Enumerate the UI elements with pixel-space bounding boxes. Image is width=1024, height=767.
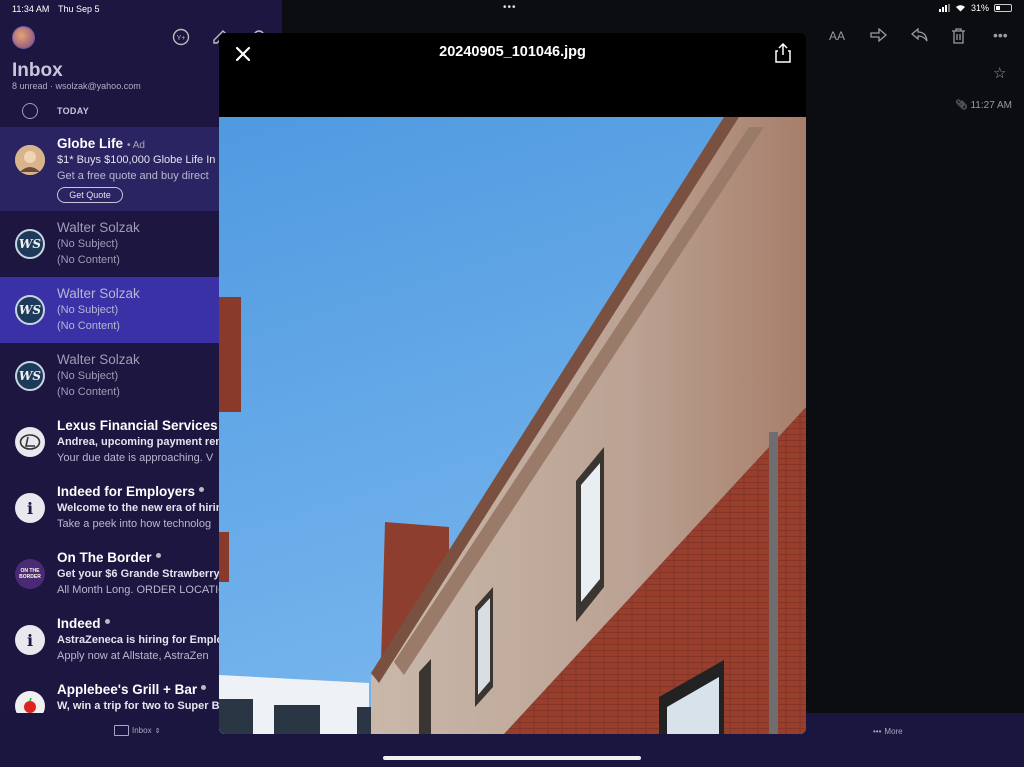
cellular-signal-icon: [938, 4, 950, 12]
sender-avatar: WS: [15, 295, 45, 325]
account-avatar[interactable]: [12, 26, 35, 49]
sender-name: On The Border: [57, 550, 152, 565]
get-quote-button[interactable]: Get Quote: [57, 187, 123, 203]
message-preview: Apply now at Allstate, AstraZen: [57, 650, 209, 662]
message-preview: Get a free quote and buy direct: [57, 170, 209, 182]
multitask-dots-icon[interactable]: •••: [503, 2, 517, 13]
message-subject: (No Subject): [57, 238, 119, 250]
on-the-border-logo: ON THE BORDER: [15, 559, 45, 589]
status-bar: 11:34 AM Thu Sep 5 ••• 31%: [0, 0, 1024, 18]
message-preview: (No Content): [57, 320, 120, 332]
message-subject: Andrea, upcoming payment rem: [57, 436, 226, 448]
info-icon: i: [15, 625, 45, 655]
inbox-title: Inbox: [12, 60, 63, 81]
yahoo-plus-icon[interactable]: Y+: [171, 28, 191, 48]
message-preview: (No Content): [57, 386, 120, 398]
attachment-icon: 📎︎: [955, 100, 971, 111]
wifi-icon: [955, 5, 965, 12]
image-viewer: 20240905_101046.jpg: [219, 33, 806, 734]
message-subject: W, win a trip for two to Super Bo: [57, 700, 227, 712]
inbox-tray-icon: [114, 725, 129, 736]
message-subject: (No Subject): [57, 370, 119, 382]
status-time: 11:34 AM: [12, 4, 50, 14]
message-preview: Take a peek into how technolog: [57, 518, 212, 530]
reply-icon[interactable]: [910, 27, 928, 45]
message-preview: Your due date is approaching. V: [57, 452, 214, 464]
message-preview: (No Content): [57, 254, 120, 266]
info-icon: i: [15, 493, 45, 523]
unread-dot-icon: [105, 619, 110, 624]
sender-avatar: [15, 145, 45, 175]
star-icon[interactable]: ☆: [993, 64, 1006, 82]
sender-avatar: WS: [15, 229, 45, 259]
photo-image: [219, 117, 806, 734]
message-subject: Get your $6 Grande Strawberry: [57, 568, 220, 580]
battery-icon: [994, 4, 1012, 12]
more-button[interactable]: ••• More: [873, 727, 903, 736]
sender-name: Walter Solzak: [57, 352, 140, 367]
battery-percent: 31%: [970, 3, 989, 13]
sender-name: Globe Life • Ad: [57, 136, 145, 151]
chevron-updown-icon: ⇕: [154, 727, 161, 735]
unread-dot-icon: [156, 553, 161, 558]
sender-name: Indeed for Employers: [57, 484, 196, 499]
section-label: TODAY: [57, 106, 90, 116]
message-subject: AstraZeneca is hiring for Emplo: [57, 634, 224, 646]
sender-name: Walter Solzak: [57, 286, 140, 301]
message-subject: $1* Buys $100,000 Globe Life In: [57, 154, 216, 166]
text-size-icon[interactable]: AA: [829, 28, 847, 45]
svg-text:AA: AA: [829, 29, 845, 42]
more-dots-icon: •••: [873, 727, 882, 736]
lexus-logo-icon: [15, 427, 45, 457]
unread-dot-icon: [201, 685, 206, 690]
ad-tag: • Ad: [127, 140, 145, 151]
sender-avatar: WS: [15, 361, 45, 391]
inbox-folder-label: Inbox: [132, 726, 152, 735]
forward-icon[interactable]: [870, 27, 887, 45]
inbox-unread-account: 8 unread · wsolzak@yahoo.com: [12, 81, 141, 91]
trash-icon[interactable]: [951, 28, 966, 47]
more-options-icon[interactable]: •••: [993, 27, 1008, 43]
sender-name: Indeed: [57, 616, 101, 631]
message-preview: All Month Long. ORDER LOCATIO: [57, 584, 227, 596]
sender-name: Lexus Financial Services: [57, 418, 218, 433]
more-label: More: [884, 727, 903, 736]
share-button[interactable]: [774, 42, 794, 65]
sender-name: Applebee's Grill + Bar: [57, 682, 198, 697]
message-subject: (No Subject): [57, 304, 119, 316]
unread-dot-icon: [199, 487, 204, 492]
home-indicator[interactable]: [383, 756, 641, 760]
apple-logo-icon: [15, 691, 45, 713]
sender-name: Walter Solzak: [57, 220, 140, 235]
share-icon: [775, 42, 791, 63]
select-all-checkbox[interactable]: [22, 103, 38, 119]
status-date: Thu Sep 5: [58, 4, 100, 14]
inbox-folder-button[interactable]: Inbox ⇕: [114, 725, 160, 736]
message-subject: Welcome to the new era of hirin: [57, 502, 223, 514]
svg-text:Y+: Y+: [177, 35, 186, 42]
image-filename: 20240905_101046.jpg: [439, 44, 586, 60]
message-time: 📎︎ 11:27 AM: [955, 100, 1012, 111]
